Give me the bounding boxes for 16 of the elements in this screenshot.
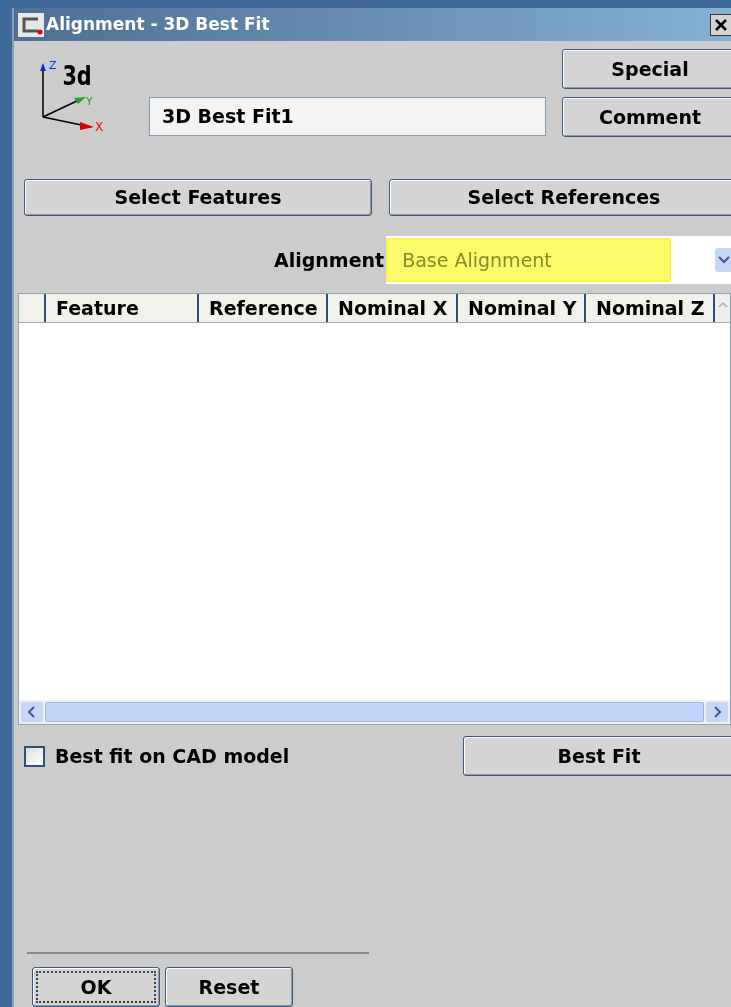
select-button[interactable]: Select References xyxy=(389,179,731,216)
checkbox-label: Best fit on CAD model xyxy=(55,743,290,769)
column-header[interactable]: Nominal X xyxy=(328,294,458,322)
side-button[interactable]: Special xyxy=(562,49,731,89)
best-fit-button[interactable]: Best Fit xyxy=(463,736,731,776)
column-header[interactable]: Nominal Y xyxy=(458,294,586,322)
alignment-label: Alignment xyxy=(274,247,385,273)
side-button[interactable]: Comment xyxy=(562,97,731,137)
name-field[interactable]: 3D Best Fit1 xyxy=(149,97,546,136)
column-header[interactable]: Feature xyxy=(46,294,199,322)
footer-button[interactable]: Reset xyxy=(165,967,293,1007)
select-button[interactable]: Select Features xyxy=(24,179,372,216)
dropdown-value: Base Alignment xyxy=(386,238,672,282)
footer-button[interactable]: OK xyxy=(32,967,160,1007)
window-title: Alignment - 3D Best Fit xyxy=(46,12,270,36)
column-header[interactable]: Reference xyxy=(199,294,328,322)
